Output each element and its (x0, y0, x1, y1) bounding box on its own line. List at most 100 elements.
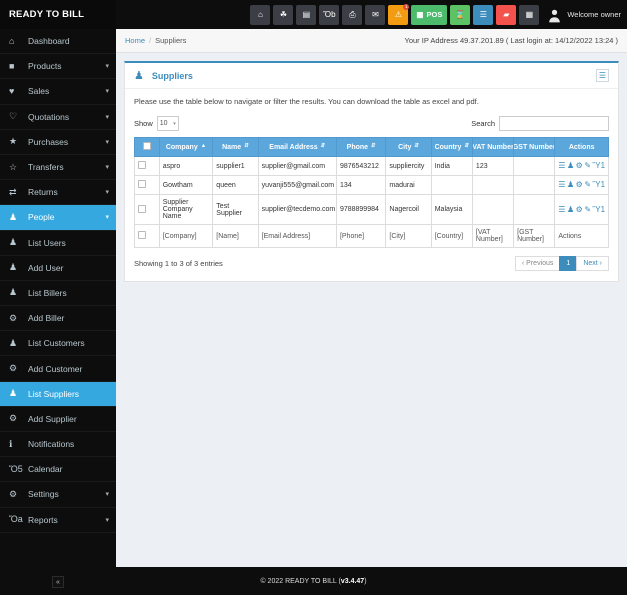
gear-icon[interactable]: ⚙ (576, 162, 583, 170)
sidebar-item-transfers[interactable]: ☆ Transfers ▾ (0, 155, 116, 181)
row-action-group: ☰ ♟ ⚙ ✎ Ὕ1 (558, 205, 606, 214)
sidebar-item-reports[interactable]: Ὄa Reports ▾ (0, 508, 116, 533)
sidebar-item-people[interactable]: ♟ People ▾ (0, 205, 116, 231)
warning-icon[interactable]: ⚠ 1 (388, 3, 410, 25)
column-header-label: Country (434, 143, 462, 151)
table-row[interactable]: Supplier Company Name Test Supplier suppli… (134, 194, 609, 225)
column-header-gst-number[interactable]: GST Number (513, 137, 556, 157)
edit-icon[interactable]: ✎ (584, 205, 591, 214)
sidebar-item-quotations[interactable]: ♡ Quotations ▾ (0, 105, 116, 130)
sidebar-item-list-suppliers[interactable]: ♟ List Suppliers (0, 381, 116, 407)
column-header-company[interactable]: Company ▲ (158, 137, 214, 157)
filter-city[interactable]: [City] (385, 224, 432, 248)
edit-icon[interactable]: ✎ (584, 181, 591, 189)
sidebar-item-notifications[interactable]: ℹ Notifications (0, 432, 116, 458)
edit-icon[interactable]: ✎ (584, 162, 591, 170)
footer-checkbox[interactable] (138, 231, 146, 239)
user-menu[interactable]: Welcome owner (546, 6, 621, 23)
sidebar-item-calendar[interactable]: Ὄ5 Calendar (0, 457, 116, 483)
panel-toggle-button[interactable]: ☰ (596, 69, 609, 82)
sidebar-item-add-user[interactable]: ♟ Add User (0, 256, 116, 281)
filter-name[interactable]: [Name] (212, 224, 259, 248)
entries-info: Showing 1 to 3 of 3 entries (134, 259, 223, 268)
list-icon[interactable]: ☰ (558, 162, 565, 170)
sidebar-item-settings[interactable]: ⚙ Settings ▾ (0, 482, 116, 508)
heart-icon: ♥ (9, 85, 15, 96)
gear-icon[interactable]: ⚙ (576, 181, 583, 189)
filter-gst-number[interactable]: [GST Number] (513, 224, 556, 248)
users-icon[interactable]: ♟ (567, 162, 574, 170)
list-icon[interactable]: ☰ (473, 4, 494, 25)
filter-email-address[interactable]: [Email Address] (257, 224, 337, 248)
sidebar-collapse-button[interactable]: « (52, 576, 64, 588)
search-label: Search (471, 119, 495, 128)
column-header-city[interactable]: City ⇵ (385, 137, 432, 157)
breadcrumb-home[interactable]: Home (125, 36, 145, 45)
table-row[interactable]: aspro supplier1 supplier@gmail.com 98765432… (134, 156, 609, 176)
clipboard-icon[interactable]: Ὄb (319, 4, 340, 25)
column-header-label: Email Address (269, 143, 318, 151)
users-icon[interactable]: ♟ (567, 181, 574, 189)
select-all-header[interactable] (134, 137, 160, 157)
show-entries-select[interactable]: 10 ▾ (156, 116, 179, 131)
filter-vat-number[interactable]: [VAT Number] (471, 224, 515, 248)
column-header-actions[interactable]: Actions (554, 137, 609, 157)
sidebar-item-list-billers[interactable]: ♟ List Billers (0, 281, 116, 307)
users-icon[interactable]: ♟ (567, 205, 574, 214)
column-header-name[interactable]: Name ⇵ (212, 137, 259, 157)
sidebar-item-add-biller[interactable]: ⚙ Add Biller (0, 306, 116, 332)
gear-icon[interactable]: ⚙ (576, 205, 583, 214)
row-checkbox[interactable] (138, 204, 146, 213)
hourglass-icon[interactable]: ⌛ (450, 4, 471, 25)
filter-company[interactable]: [Company] (158, 224, 214, 248)
search-input[interactable] (499, 116, 609, 131)
bell-icon[interactable]: ✉ (365, 4, 386, 25)
sidebar-item-purchases[interactable]: ★ Purchases ▾ (0, 130, 116, 155)
pagination-page-1[interactable]: 1 (559, 256, 578, 271)
sidebar-item-dashboard[interactable]: ⌂ Dashboard (0, 29, 116, 55)
select-all-checkbox[interactable] (142, 142, 151, 150)
sidebar-item-list-users[interactable]: ♟ List Users (0, 231, 116, 256)
column-header-country[interactable]: Country ⇵ (430, 137, 473, 157)
filter-country[interactable]: [Country] (430, 224, 473, 248)
column-header-phone[interactable]: Phone ⇵ (335, 137, 387, 157)
row-select-cell[interactable] (134, 156, 160, 176)
grid-icon[interactable]: ▦ (519, 4, 540, 25)
table-row[interactable]: Gowtham queen yuvanji555@gmail.com 134 madur… (134, 175, 609, 195)
footer-tail: ) (364, 577, 367, 585)
sidebar-item-sales[interactable]: ♥ Sales ▾ (0, 79, 116, 105)
sidebar-item-list-customers[interactable]: ♟ List Customers (0, 331, 116, 357)
sidebar-item-returns[interactable]: ⇄ Returns ▾ (0, 180, 116, 206)
eraser-icon[interactable]: ▰ (496, 4, 517, 25)
printer-icon[interactable]: ⎙ (342, 4, 363, 25)
column-header-vat-number[interactable]: VAT Number (471, 137, 515, 157)
pos-label: POS (426, 10, 443, 19)
share-icon[interactable]: ☘ (273, 4, 294, 25)
sidebar-item-add-customer[interactable]: ⚙ Add Customer (0, 356, 116, 382)
sidebar-item-products[interactable]: ■ Products ▾ (0, 54, 116, 80)
column-header-email-address[interactable]: Email Address ⇵ (257, 137, 337, 157)
home-icon[interactable]: ⌂ (250, 4, 271, 25)
filter-phone[interactable]: [Phone] (335, 224, 387, 248)
sidebar-item-label: Returns (28, 187, 58, 198)
cell-actions: ☰ ♟ ⚙ ✎ Ὕ1 (554, 175, 609, 195)
pagination-previous[interactable]: ‹ Previous (514, 256, 561, 271)
pagination-next[interactable]: Next › (576, 256, 609, 271)
row-select-cell[interactable] (134, 194, 160, 225)
row-select-cell[interactable] (134, 175, 160, 195)
delete-icon[interactable]: Ὕ1 (593, 205, 606, 214)
delete-icon[interactable]: Ὕ1 (593, 181, 606, 189)
delete-icon[interactable]: Ὕ1 (593, 162, 606, 170)
sidebar-item-add-supplier[interactable]: ⚙ Add Supplier (0, 407, 116, 432)
row-checkbox[interactable] (138, 180, 146, 188)
pos-button[interactable]: ▦ POS (411, 4, 448, 25)
list-icon[interactable]: ☰ (558, 181, 565, 189)
row-checkbox[interactable] (138, 161, 146, 169)
sidebar-nav: ⌂ Dashboard ■ Products ▾ ♥ Sales ▾ ♡ Quotations ▾ ★… (0, 29, 116, 569)
sidebar-item-label: Transfers (28, 162, 64, 173)
list-icon[interactable]: ☰ (558, 205, 565, 214)
footer-select-cell[interactable] (134, 224, 160, 248)
brand-logo[interactable]: READY TO BILL (0, 0, 116, 29)
heart-outline-icon: ♡ (9, 111, 18, 122)
save-icon[interactable]: ▤ (296, 4, 317, 25)
